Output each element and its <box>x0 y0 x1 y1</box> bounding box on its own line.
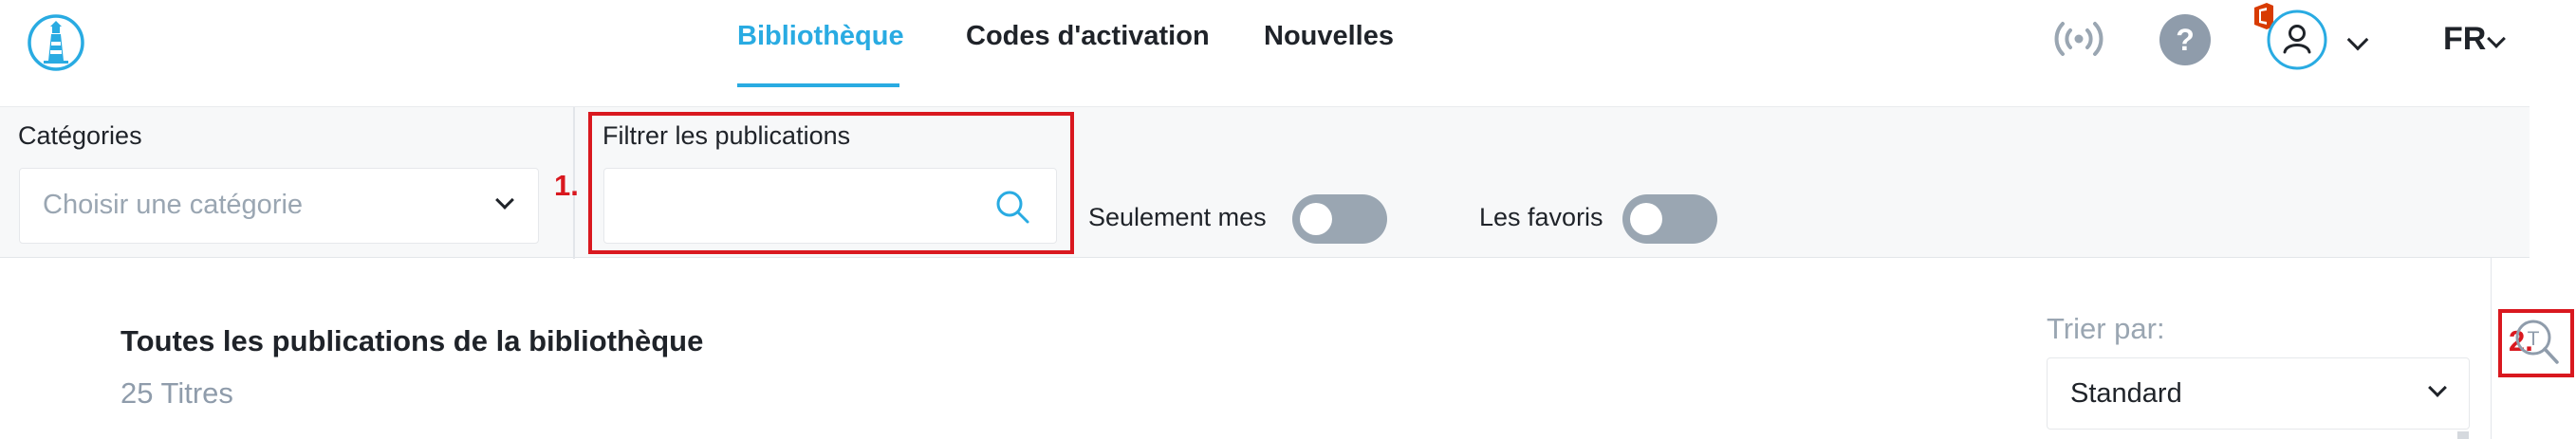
scrollbar-thumb[interactable] <box>2457 431 2469 439</box>
only-mine-label: Seulement mes <box>1088 203 1267 231</box>
language-selector[interactable]: FR <box>2443 21 2486 58</box>
sort-select[interactable]: Standard <box>2047 357 2470 430</box>
chevron-down-icon <box>2428 378 2447 397</box>
user-icon[interactable] <box>2267 9 2327 70</box>
category-placeholder: Choisir une catégorie <box>43 190 304 220</box>
only-mine-toggle[interactable] <box>1292 194 1387 244</box>
sort-value: Standard <box>2070 378 2182 409</box>
text-search-icon[interactable]: T <box>2512 317 2562 368</box>
lighthouse-icon[interactable] <box>27 13 85 72</box>
annotation-box-1 <box>588 112 1074 254</box>
help-icon[interactable]: ? <box>2159 13 2212 66</box>
nav-nouvelles[interactable]: Nouvelles <box>1264 21 1394 52</box>
categories-label: Catégories <box>18 121 142 150</box>
toggle-knob <box>1300 203 1332 235</box>
nav-codes-activation[interactable]: Codes d'activation <box>966 21 1210 52</box>
svg-text:?: ? <box>2176 23 2195 57</box>
broadcast-icon[interactable] <box>2052 16 2105 62</box>
title-count: 25 Titres <box>120 376 233 410</box>
chevron-down-icon[interactable] <box>2346 28 2369 51</box>
right-rail-divider <box>2491 258 2492 439</box>
language-chevron-icon[interactable] <box>2487 29 2506 48</box>
active-tab-indicator <box>737 83 899 87</box>
page-title: Toutes les publications de la bibliothèq… <box>120 324 704 357</box>
chevron-down-icon <box>495 191 514 210</box>
annotation-number-1: 1. <box>554 169 579 202</box>
favorites-label: Les favoris <box>1479 203 1603 231</box>
top-navigation: Bibliothèque Codes d'activation Nouvelle… <box>0 0 2576 93</box>
category-select[interactable]: Choisir une catégorie <box>19 168 539 244</box>
svg-text:T: T <box>2528 328 2540 350</box>
toggle-knob <box>1630 203 1662 235</box>
sort-label: Trier par: <box>2047 312 2165 345</box>
filter-bar: Catégories Choisir une catégorie Filtrer… <box>0 106 2530 259</box>
favorites-toggle[interactable] <box>1622 194 1717 244</box>
nav-bibliotheque[interactable]: Bibliothèque <box>737 21 904 52</box>
